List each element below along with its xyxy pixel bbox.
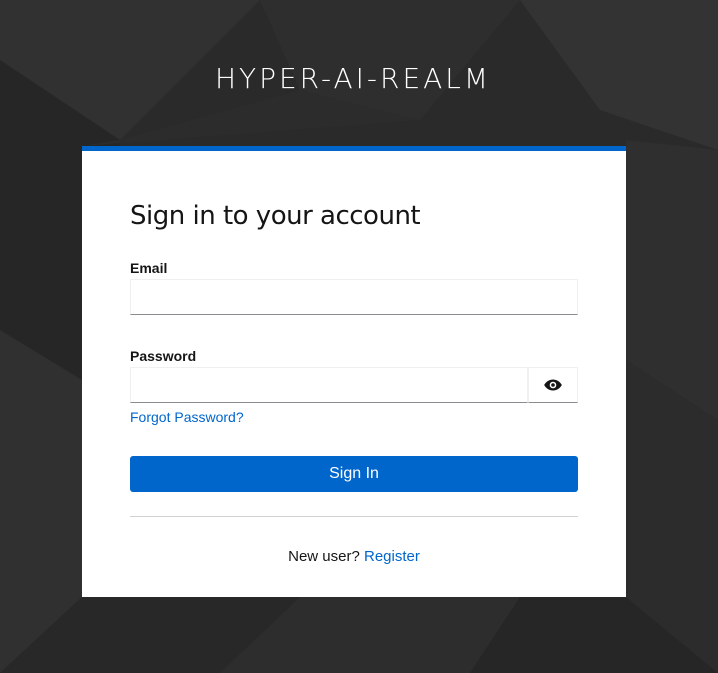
divider — [130, 516, 578, 517]
forgot-password-link[interactable]: Forgot Password? — [130, 409, 244, 425]
register-row: New user? Register — [130, 548, 578, 565]
login-card: Sign in to your account Email Password F… — [82, 146, 626, 597]
new-user-text: New user? — [288, 548, 360, 565]
register-link[interactable]: Register — [364, 548, 420, 565]
show-password-button[interactable] — [528, 367, 578, 403]
page-title: Sign in to your account — [130, 201, 421, 231]
eye-icon — [544, 379, 562, 391]
sign-in-button[interactable]: Sign In — [130, 456, 578, 492]
realm-title: HYPER-AI-REALM — [214, 62, 492, 95]
password-label: Password — [130, 348, 197, 364]
email-field[interactable] — [130, 279, 578, 315]
password-field[interactable] — [130, 367, 528, 403]
email-label: Email — [130, 260, 168, 276]
